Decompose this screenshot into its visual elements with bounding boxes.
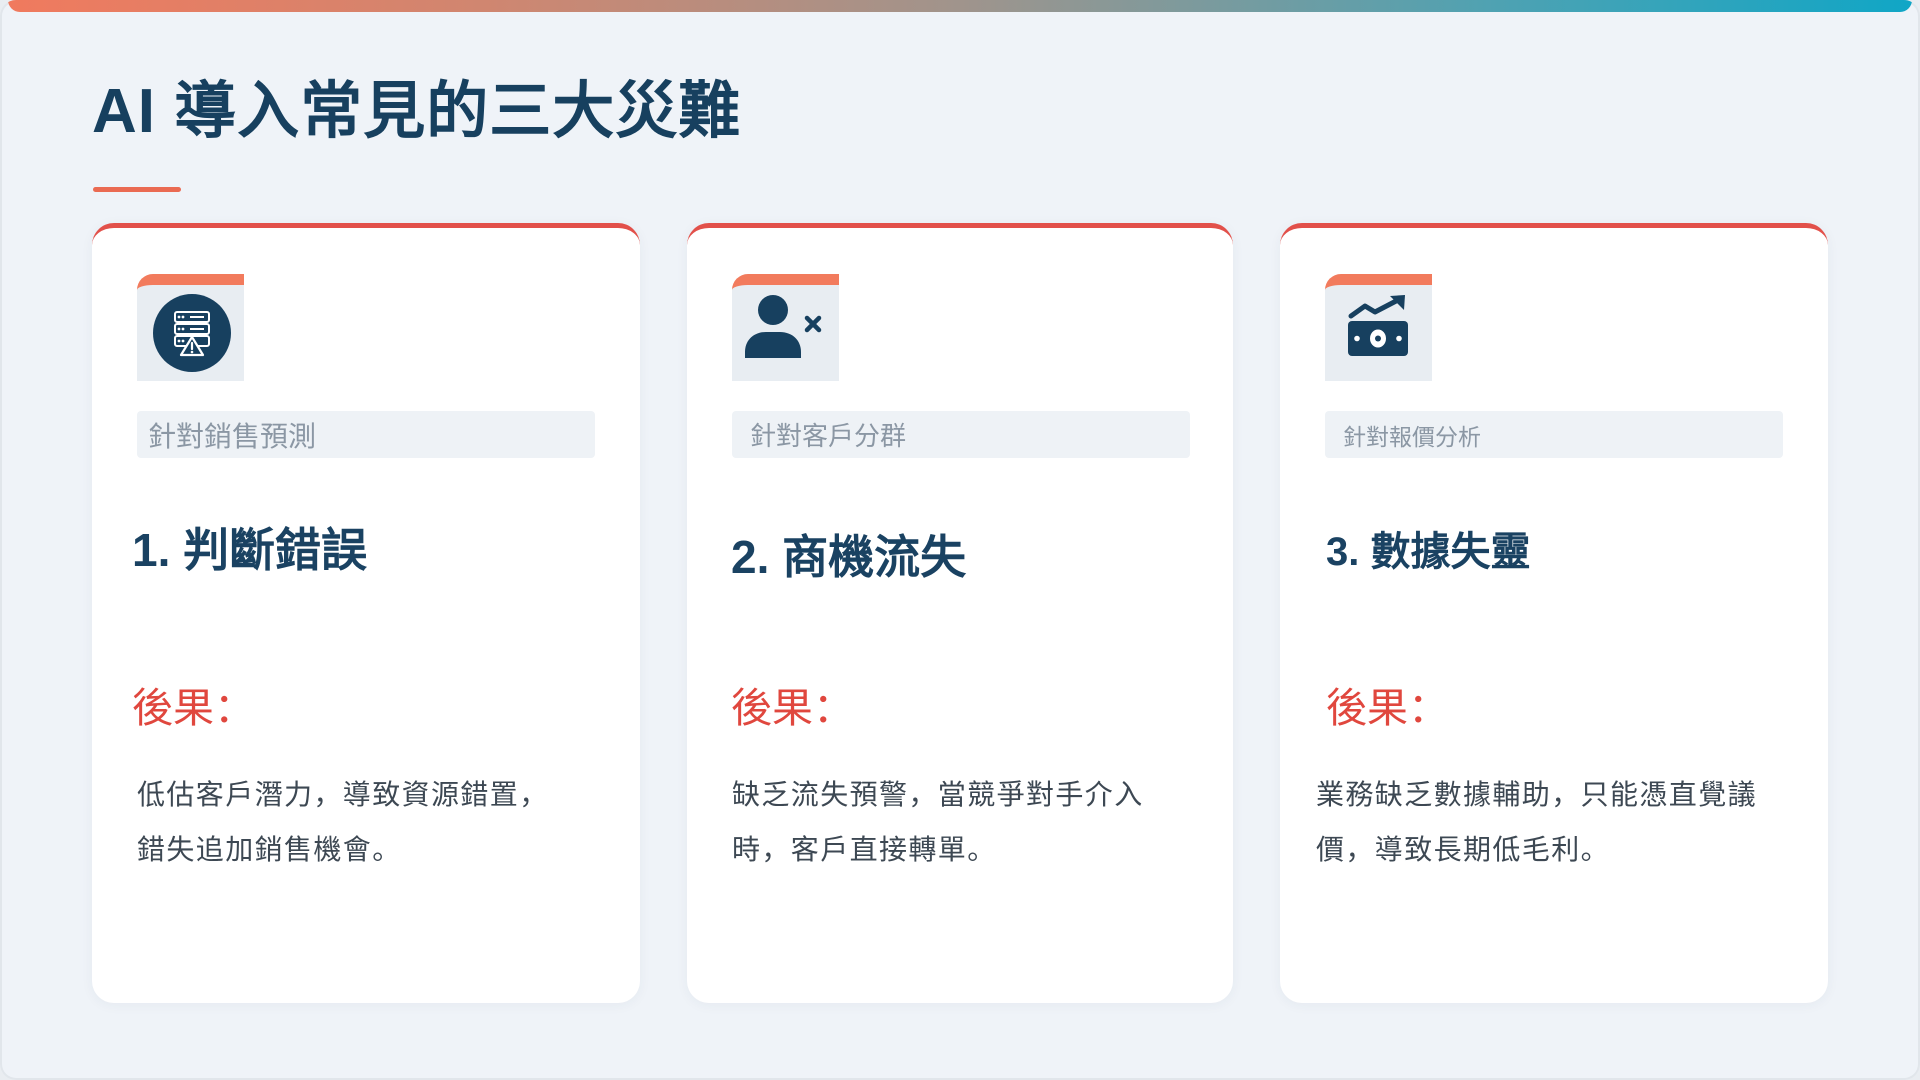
- consequence-text: 業務缺乏數據輔助，只能憑直覺議 價，導致長期低毛利。: [1316, 767, 1757, 877]
- consequence-line: 錯失追加銷售機會。: [137, 834, 402, 865]
- consequence-line: 業務缺乏數據輔助，只能憑直覺議: [1316, 779, 1758, 810]
- consequence-label: 後果：: [1326, 685, 1449, 731]
- consequence-line: 缺乏流失預警，當競爭對手介入: [732, 779, 1144, 810]
- server-warning-icon: [153, 294, 231, 372]
- card-heading: 2. 商機流失: [731, 531, 967, 583]
- money-trend-icon: [1348, 295, 1408, 356]
- user-remove-icon: [745, 295, 822, 358]
- consequence-line: 時，客戶直接轉單。: [732, 834, 997, 865]
- consequence-text: 低估客戶潛力，導致資源錯置， 錯失追加銷售機會。: [137, 767, 549, 877]
- icon-box: [1325, 274, 1432, 381]
- consequence-label: 後果：: [731, 685, 854, 731]
- consequence-line: 低估客戶潛力，導致資源錯置，: [137, 779, 549, 810]
- slide: AI 導入常見的三大災難 針對銷售預測 1. 判斷錯誤 後果： 低估客戶潛力，導…: [0, 0, 1920, 1080]
- disaster-card-2: 針對客戶分群 2. 商機流失 後果： 缺乏流失預警，當競爭對手介入 時，客戶直接…: [687, 223, 1233, 1003]
- card-tag: 針對報價分析: [1325, 411, 1783, 458]
- consequence-line: 價，導致長期低毛利。: [1316, 834, 1611, 865]
- disaster-card-3: 針對報價分析 3. 數據失靈 後果： 業務缺乏數據輔助，只能憑直覺議 價，導致長…: [1280, 223, 1828, 1003]
- consequence-text: 缺乏流失預警，當競爭對手介入 時，客戶直接轉單。: [732, 767, 1144, 877]
- card-tag: 針對客戶分群: [732, 411, 1190, 458]
- card-heading: 3. 數據失靈: [1326, 530, 1531, 574]
- icon-box: [137, 274, 244, 381]
- card-heading: 1. 判斷錯誤: [132, 524, 368, 576]
- slide-title: AI 導入常見的三大災難: [92, 77, 742, 146]
- top-gradient-bar: [8, 0, 1912, 12]
- disaster-card-1: 針對銷售預測 1. 判斷錯誤 後果： 低估客戶潛力，導致資源錯置， 錯失追加銷售…: [92, 223, 640, 1003]
- consequence-label: 後果：: [132, 685, 255, 731]
- title-underline: [93, 187, 181, 192]
- icon-box: [732, 274, 839, 381]
- card-tag: 針對銷售預測: [137, 411, 595, 458]
